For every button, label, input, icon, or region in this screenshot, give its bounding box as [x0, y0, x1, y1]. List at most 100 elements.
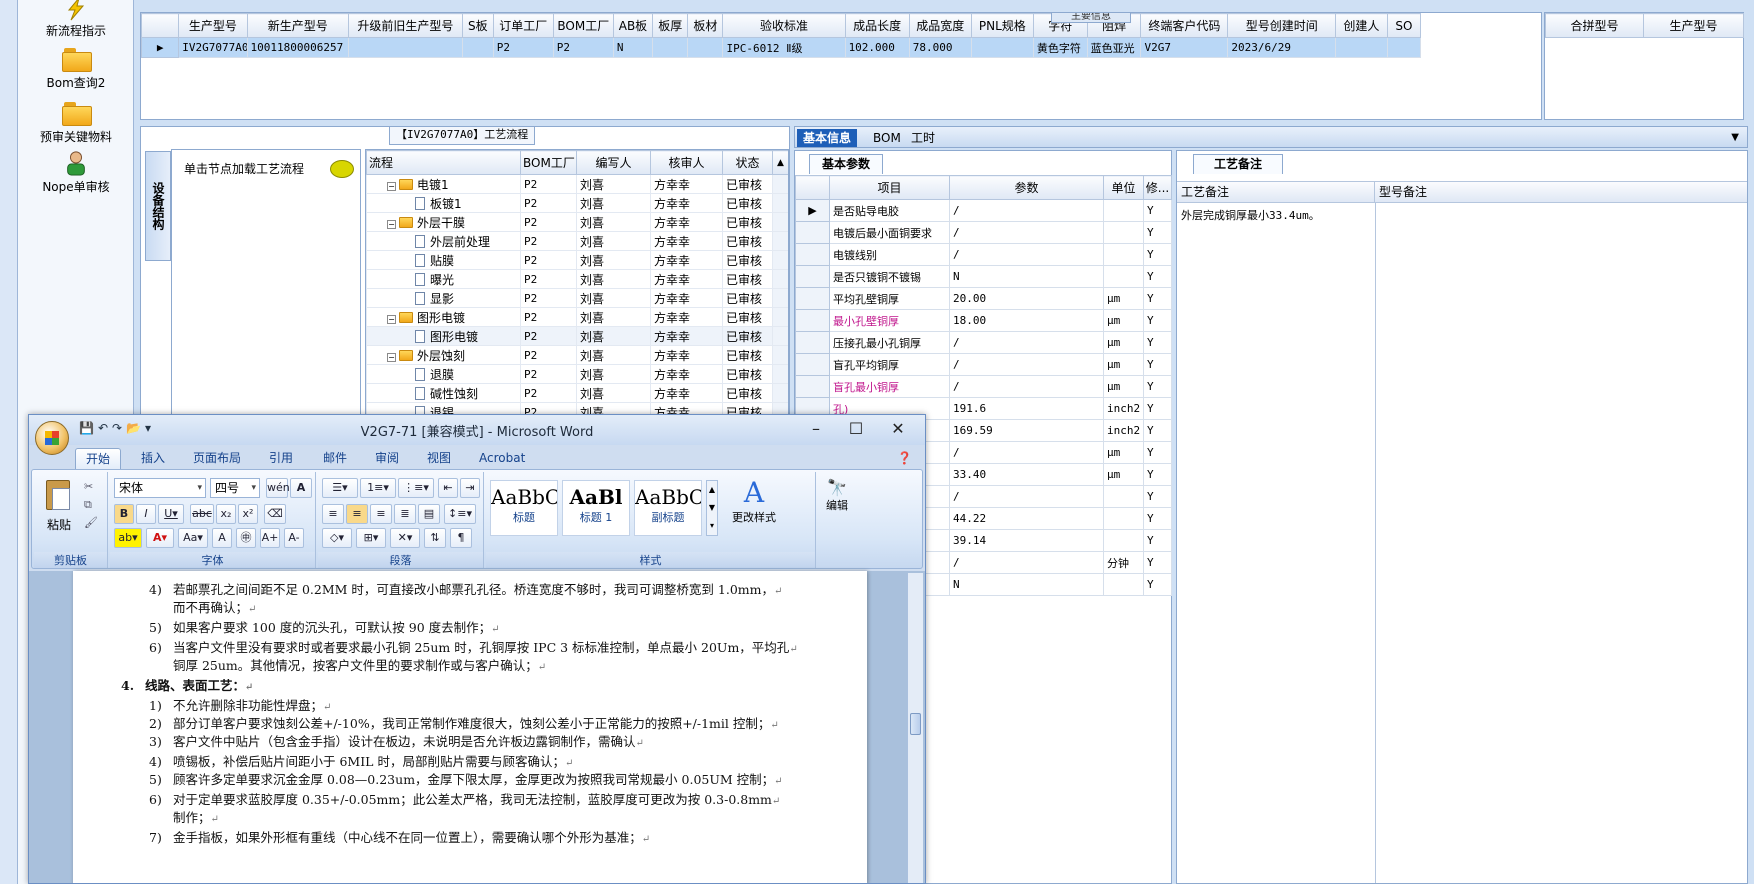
table-cell[interactable]: 黄色字符 [1032, 37, 1088, 58]
tree-cell-writer[interactable]: 刘喜 [576, 212, 651, 232]
scrollbar-thumb[interactable] [910, 713, 921, 735]
column-header[interactable]: 新生产型号 [246, 13, 349, 38]
tree-cell-reviewer[interactable]: 方幸幸 [650, 193, 723, 213]
tree-cell-reviewer[interactable]: 方幸幸 [650, 345, 723, 365]
shading-button[interactable]: ◇▾ [322, 528, 352, 548]
numbering-button[interactable]: 1≡▾ [360, 478, 396, 498]
param-row[interactable]: 是否只镀铜不镀锡 N Y [795, 265, 1172, 288]
tree-cell-factory[interactable]: P2 [520, 364, 577, 384]
tree-cell-status[interactable]: 已审核 [722, 250, 773, 270]
document-line[interactable]: 5) 顾客许多定单要求沉金金厚 0.08—0.23um，金厚下限太厚，金厚更改为按… [149, 769, 783, 788]
italic-button[interactable]: I [136, 504, 156, 524]
param-cell-param[interactable]: / [949, 441, 1104, 464]
tree-cell-factory[interactable]: P2 [520, 288, 577, 308]
param-cell-unit[interactable]: μm [1103, 441, 1144, 464]
tree-cell-writer[interactable]: 刘喜 [576, 193, 651, 213]
tree-row[interactable]: 退膜 P2 刘喜 方幸幸 已审核 [366, 364, 788, 384]
column-header[interactable]: BOM工厂 [552, 13, 614, 38]
param-cell-item[interactable]: 压接孔最小孔铜厚 [829, 331, 950, 354]
param-cell-flag[interactable]: Y [1143, 331, 1172, 354]
scroll-track[interactable] [772, 212, 788, 232]
chat-bubble-icon[interactable] [330, 160, 354, 178]
param-cell-flag[interactable]: Y [1143, 243, 1172, 266]
table-cell[interactable] [461, 37, 494, 58]
table-cell[interactable]: 蓝色亚光 [1086, 37, 1142, 58]
align-right-button[interactable]: ≡ [370, 504, 392, 524]
param-cell-param[interactable]: 33.40 [949, 463, 1104, 486]
char-border-button[interactable]: A [290, 478, 312, 498]
bold-button[interactable]: B [114, 504, 134, 524]
table-cell[interactable]: IPC-6012 Ⅱ级 [722, 37, 846, 58]
grow-font-button[interactable]: A+ [260, 528, 280, 548]
scroll-track[interactable] [772, 383, 788, 403]
tree-cell-writer[interactable]: 刘喜 [576, 288, 651, 308]
scroll-track[interactable] [772, 174, 788, 194]
tree-cell-factory[interactable]: P2 [520, 269, 577, 289]
edit-button[interactable]: 🔭 编辑 [822, 478, 852, 513]
collapse-icon[interactable]: − [387, 352, 396, 362]
collapse-icon[interactable]: − [387, 181, 396, 191]
table-cell[interactable]: P2 [552, 37, 614, 58]
increase-indent-button[interactable]: ⇥ [460, 478, 480, 498]
tree-cell-reviewer[interactable]: 方幸幸 [650, 174, 723, 194]
vertical-scrollbar[interactable] [907, 573, 923, 883]
param-cell-item[interactable]: 盲孔最小铜厚 [829, 375, 950, 398]
column-header[interactable]: 生产型号 [178, 13, 248, 38]
column-header[interactable]: 核审人 [650, 150, 723, 175]
scroll-track[interactable] [772, 345, 788, 365]
column-header[interactable]: AB板 [612, 13, 654, 38]
tree-cell-status[interactable]: 已审核 [722, 326, 773, 346]
tree-node[interactable]: 贴膜 [366, 250, 521, 270]
tree-row[interactable]: − 电镀1 P2 刘喜 方幸幸 已审核 [366, 174, 788, 194]
column-header[interactable]: 流程 [366, 150, 521, 175]
tree-node[interactable]: 曝光 [366, 269, 521, 289]
param-cell-param[interactable]: / [949, 353, 1104, 376]
column-header[interactable]: 修... [1143, 175, 1172, 200]
document-line[interactable]: 1) 不允许删除非功能性焊盘；↵ [149, 695, 331, 714]
tree-cell-reviewer[interactable]: 方幸幸 [650, 307, 723, 327]
font-size-select[interactable]: 四号 [210, 478, 260, 498]
enclose-char-button[interactable]: ㊥ [236, 528, 256, 548]
align-center-button[interactable]: ≡ [346, 504, 368, 524]
tree-cell-status[interactable]: 已审核 [722, 307, 773, 327]
tree-row[interactable]: 贴膜 P2 刘喜 方幸幸 已审核 [366, 250, 788, 270]
column-header[interactable]: 单位 [1103, 175, 1144, 200]
tree-cell-status[interactable]: 已审核 [722, 364, 773, 384]
column-header[interactable]: 型号创建时间 [1227, 13, 1336, 38]
shrink-font-button[interactable]: A- [284, 528, 304, 548]
column-header[interactable]: BOM工厂 [520, 150, 577, 175]
line-spacing-button[interactable]: ↕≡▾ [444, 504, 476, 524]
param-cell-unit[interactable] [1103, 199, 1144, 222]
scroll-up-arrow[interactable]: ▲ [772, 150, 788, 175]
param-cell-unit[interactable]: 分钟 [1103, 551, 1144, 574]
decrease-indent-button[interactable]: ⇤ [438, 478, 458, 498]
column-header[interactable]: SO [1386, 13, 1422, 38]
char-shading-button[interactable]: A [212, 528, 232, 548]
document-line[interactable]: 而不再确认；↵ [173, 597, 256, 616]
param-cell-param[interactable]: / [949, 551, 1104, 574]
param-cell-unit[interactable] [1103, 485, 1144, 508]
param-cell-unit[interactable]: μm [1103, 309, 1144, 332]
phonetic-guide-button[interactable]: wén [266, 478, 290, 498]
document-line[interactable]: 2) 部分订单客户要求蚀刻公差+/-10%，我司正常制作难度很大，蚀刻公差小于正常… [149, 713, 779, 732]
column-header[interactable]: 验收标准 [722, 13, 846, 38]
param-cell-unit[interactable]: μm [1103, 353, 1144, 376]
param-cell-flag[interactable]: Y [1143, 551, 1172, 574]
tree-row[interactable]: 显影 P2 刘喜 方幸幸 已审核 [366, 288, 788, 308]
help-icon[interactable]: ❓ [897, 448, 912, 469]
param-cell-param[interactable]: / [949, 331, 1104, 354]
launcher-item-bom-query[interactable]: Bom查询2 [18, 48, 134, 91]
tree-cell-factory[interactable]: P2 [520, 307, 577, 327]
column-header[interactable]: S板 [461, 13, 494, 38]
close-button[interactable]: ✕ [887, 419, 909, 439]
tree-cell-writer[interactable]: 刘喜 [576, 231, 651, 251]
tree-row[interactable]: 碱性蚀刻 P2 刘喜 方幸幸 已审核 [366, 383, 788, 403]
process-note-text[interactable]: 外层完成铜厚最小33.4um。 [1181, 207, 1320, 223]
tree-node[interactable]: 图形电镀 [366, 326, 521, 346]
param-cell-unit[interactable] [1103, 265, 1144, 288]
tree-cell-reviewer[interactable]: 方幸幸 [650, 269, 723, 289]
align-left-button[interactable]: ≡ [322, 504, 344, 524]
param-cell-flag[interactable]: Y [1143, 199, 1172, 222]
param-row[interactable]: 压接孔最小孔铜厚 / μm Y [795, 331, 1172, 354]
scroll-track[interactable] [772, 288, 788, 308]
